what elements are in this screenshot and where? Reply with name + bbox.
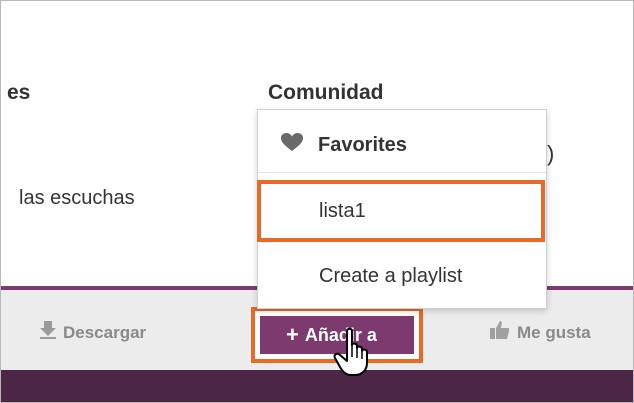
listens-text: las escuchas [19, 187, 135, 209]
lista1-label: lista1 [319, 199, 366, 222]
app-window: es Comunidad las escuchas ) Descargar Me… [0, 0, 634, 403]
menu-item-favorites[interactable]: Favorites [258, 116, 568, 174]
create-playlist-label: Create a playlist [319, 264, 463, 287]
add-to-dropdown-menu: Favorites lista1 Create a playlist [257, 109, 547, 309]
favorites-label: Favorites [318, 133, 407, 156]
community-heading: Comunidad [268, 81, 384, 104]
menu-item-lista1[interactable]: lista1 [257, 180, 545, 242]
like-label: Me gusta [517, 322, 591, 342]
download-button[interactable]: Descargar [39, 320, 146, 345]
heart-icon [280, 132, 304, 158]
add-to-highlight: + Añadir a [251, 307, 423, 363]
download-icon [39, 320, 57, 345]
column-heading-partial: es [7, 81, 31, 104]
download-label: Descargar [63, 322, 147, 342]
like-button[interactable]: Me gusta [489, 320, 591, 345]
add-to-button[interactable]: + Añadir a [260, 316, 414, 354]
menu-item-create-playlist[interactable]: Create a playlist [258, 247, 607, 305]
plus-icon: + [286, 322, 299, 347]
thumbs-up-icon [489, 320, 511, 345]
bottom-bar [1, 370, 633, 402]
add-to-label: Añadir a [304, 324, 377, 345]
menu-separator [258, 172, 546, 173]
